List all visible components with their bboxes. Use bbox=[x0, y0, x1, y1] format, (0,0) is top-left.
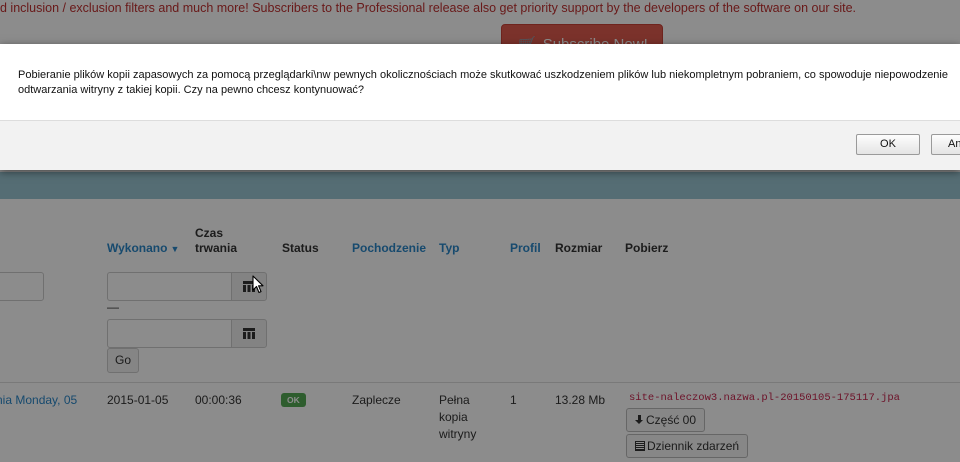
cancel-button[interactable]: Anuluj bbox=[931, 134, 960, 155]
mouse-pointer-icon bbox=[252, 275, 264, 294]
ok-button[interactable]: OK bbox=[856, 134, 920, 155]
dialog-footer bbox=[0, 120, 960, 170]
dialog-message: Pobieranie plików kopii zapasowych za po… bbox=[18, 69, 948, 96]
confirm-dialog: Pobieranie plików kopii zapasowych za po… bbox=[0, 44, 960, 170]
